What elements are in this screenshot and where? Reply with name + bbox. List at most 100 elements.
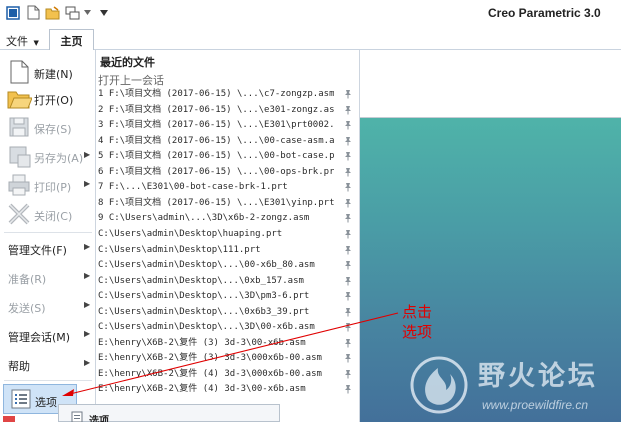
tab-home[interactable]: 主页 — [49, 29, 94, 50]
chevron-down-icon[interactable] — [82, 4, 92, 21]
menu-item-label: 选项 — [35, 396, 57, 409]
pin-icon[interactable] — [343, 213, 353, 223]
menu-item-label: 保存(S) — [34, 123, 72, 136]
red-indicator — [3, 416, 15, 422]
options-icon — [71, 411, 83, 422]
recent-file-path: E:\henry\X6B-2\复件 (3) 3d-3\000x6b-00.asm — [98, 353, 322, 364]
pin-icon[interactable] — [343, 182, 353, 192]
menu-item-label: 发送(S) — [8, 302, 46, 315]
recent-file-path: 1 F:\项目文档 (2017-06-15) \...\c7-zongzp.as… — [98, 89, 334, 99]
pin-icon[interactable] — [343, 291, 353, 301]
recent-file-path: 9 C:\Users\admin\...\3D\x6b-2-zongz.asm — [98, 213, 310, 224]
recent-file-item[interactable]: 6 F:\项目文档 (2017-06-15) \...\00-ops-brk.p… — [96, 164, 360, 180]
watermark: 野火论坛 www.proewildfire.cn — [408, 352, 620, 418]
menu-item-label: 打开(O) — [34, 94, 74, 107]
app-menu-icon[interactable] — [4, 4, 21, 21]
menu-item-label: 管理文件(F) — [8, 244, 67, 257]
tab-file-label: 文件 — [6, 35, 28, 48]
submenu-options-label[interactable]: 选项 — [89, 412, 109, 422]
recent-file-path: 6 F:\项目文档 (2017-06-15) \...\00-ops-brk.p… — [98, 166, 334, 177]
recent-file-path: 4 F:\项目文档 (2017-06-15) \...\00-case-asm.… — [98, 135, 334, 146]
chevron-right-icon: ▶ — [84, 300, 91, 309]
recent-file-item[interactable]: E:\henry\X6B-2\复件 (3) 3d-3\00-x6b.asm — [96, 335, 360, 351]
recent-file-item[interactable]: C:\Users\admin\Desktop\...\3D\pm3-6.prt — [96, 288, 360, 304]
recent-file-item[interactable]: 2 F:\项目文档 (2017-06-15) \...\e301-zongz.a… — [96, 102, 360, 118]
recent-file-path: C:\Users\admin\Desktop\...\00-x6b_80.asm — [98, 260, 315, 271]
pin-icon[interactable] — [343, 353, 353, 363]
annotation-text: 点击 选项 — [402, 302, 442, 342]
open-folder-icon[interactable] — [44, 4, 61, 21]
pin-icon[interactable] — [343, 384, 353, 394]
recent-file-item[interactable]: 1 F:\项目文档 (2017-06-15) \...\c7-zongzp.as… — [96, 86, 360, 102]
chevron-down-icon: ▼ — [33, 39, 39, 47]
recent-file-path: 8 F:\项目文档 (2017-06-15) \...\E301\yinp.pr… — [98, 197, 334, 208]
recent-file-item[interactable]: C:\Users\admin\Desktop\...\3D\00-x6b.asm — [96, 319, 360, 335]
pin-icon[interactable] — [343, 151, 353, 161]
pin-icon[interactable] — [343, 307, 353, 317]
save-icon — [9, 117, 29, 137]
open-folder-icon — [7, 91, 32, 109]
chevron-right-icon: ▶ — [84, 358, 91, 367]
recent-file-item[interactable]: C:\Users\admin\Desktop\111.prt — [96, 242, 360, 258]
window-switch-icon[interactable] — [64, 4, 81, 21]
recent-file-path: C:\Users\admin\Desktop\...\0x6b3_39.prt — [98, 306, 310, 317]
pin-icon[interactable] — [343, 322, 353, 332]
annotation-line: 点击 — [402, 303, 433, 321]
menu-divider — [4, 380, 92, 381]
pin-icon[interactable] — [343, 198, 353, 208]
pin-icon[interactable] — [343, 105, 353, 115]
recent-file-path: C:\Users\admin\Desktop\...\3D\pm3-6.prt — [98, 291, 310, 302]
quick-access-toolbar: Creo Parametric 3.0 — [0, 0, 621, 26]
new-file-icon[interactable] — [25, 4, 42, 21]
pin-icon[interactable] — [343, 276, 353, 286]
recent-files-panel: 最近的文件 打开上一会话 1 F:\项目文档 (2017-06-15) \...… — [96, 50, 360, 422]
pin-icon[interactable] — [343, 229, 353, 239]
recent-file-path: C:\Users\admin\Desktop\...\0xb_157.asm — [98, 275, 304, 286]
menu-item-label: 另存为(A) — [34, 152, 84, 165]
pin-icon[interactable] — [343, 369, 353, 379]
customize-toolbar-icon[interactable] — [98, 4, 110, 21]
recent-file-item[interactable]: 4 F:\项目文档 (2017-06-15) \...\00-case-asm.… — [96, 133, 360, 149]
recent-file-path: E:\henry\X6B-2\复件 (4) 3d-3\000x6b-00.asm — [98, 368, 322, 379]
recent-file-item[interactable]: 5 F:\项目文档 (2017-06-15) \...\00-bot-case.… — [96, 148, 360, 164]
recent-file-item[interactable]: 3 F:\项目文档 (2017-06-15) \...\E301\prt0002… — [96, 117, 360, 133]
recent-file-item[interactable]: C:\Users\admin\Desktop\...\00-x6b_80.asm — [96, 257, 360, 273]
app-title: Creo Parametric 3.0 — [488, 6, 601, 20]
chevron-right-icon: ▶ — [84, 179, 91, 188]
recent-file-path: C:\Users\admin\Desktop\huaping.prt — [98, 228, 283, 239]
menu-item-close[interactable]: 关闭(C) — [0, 196, 96, 232]
menu-item-label: 关闭(C) — [34, 210, 73, 223]
recent-file-item[interactable]: C:\Users\admin\Desktop\...\0xb_157.asm — [96, 273, 360, 289]
recent-file-item[interactable]: 9 C:\Users\admin\...\3D\x6b-2-zongz.asm — [96, 210, 360, 226]
recent-file-item[interactable]: E:\henry\X6B-2\复件 (4) 3d-3\000x6b-00.asm — [96, 366, 360, 382]
menu-item-label: 帮助 — [8, 360, 30, 373]
pin-icon[interactable] — [343, 167, 353, 177]
annotation-line: 选项 — [402, 323, 433, 341]
close-icon — [8, 203, 30, 225]
recent-file-item[interactable]: C:\Users\admin\Desktop\huaping.prt — [96, 226, 360, 242]
recent-files-heading: 最近的文件 — [100, 56, 155, 69]
pin-icon[interactable] — [343, 120, 353, 130]
menu-item-label: 准备(R) — [8, 273, 47, 286]
recent-file-item[interactable]: 8 F:\项目文档 (2017-06-15) \...\E301\yinp.pr… — [96, 195, 360, 211]
menu-item-help[interactable]: 帮助 ▶ — [0, 346, 96, 382]
pin-icon[interactable] — [343, 245, 353, 255]
watermark-url: www.proewildfire.cn — [482, 398, 589, 412]
recent-file-path: 7 F:\...\E301\00-bot-case-brk-1.prt — [98, 182, 288, 193]
recent-file-path: 5 F:\项目文档 (2017-06-15) \...\00-bot-case.… — [98, 151, 334, 162]
tab-file[interactable]: 文件 ▼ — [0, 30, 48, 50]
pin-icon[interactable] — [343, 136, 353, 146]
recent-file-item[interactable]: E:\henry\X6B-2\复件 (3) 3d-3\000x6b-00.asm — [96, 350, 360, 366]
recent-file-path: E:\henry\X6B-2\复件 (3) 3d-3\00-x6b.asm — [98, 337, 306, 348]
pin-icon[interactable] — [343, 89, 353, 99]
recent-file-item[interactable]: 7 F:\...\E301\00-bot-case-brk-1.prt — [96, 179, 360, 195]
recent-file-item[interactable]: E:\henry\X6B-2\复件 (4) 3d-3\00-x6b.asm — [96, 381, 360, 397]
ribbon-tab-row: 文件 ▼ 主页 — [0, 26, 621, 50]
menu-item-label: 打印(P) — [34, 181, 72, 194]
pin-icon[interactable] — [343, 260, 353, 270]
recent-file-item[interactable]: C:\Users\admin\Desktop\...\0x6b3_39.prt — [96, 304, 360, 320]
options-submenu: 选项 — [58, 404, 280, 422]
recent-file-path: 3 F:\项目文档 (2017-06-15) \...\E301\prt0002… — [98, 120, 334, 131]
pin-icon[interactable] — [343, 338, 353, 348]
recent-file-path: 2 F:\项目文档 (2017-06-15) \...\e301-zongz.a… — [98, 104, 334, 115]
